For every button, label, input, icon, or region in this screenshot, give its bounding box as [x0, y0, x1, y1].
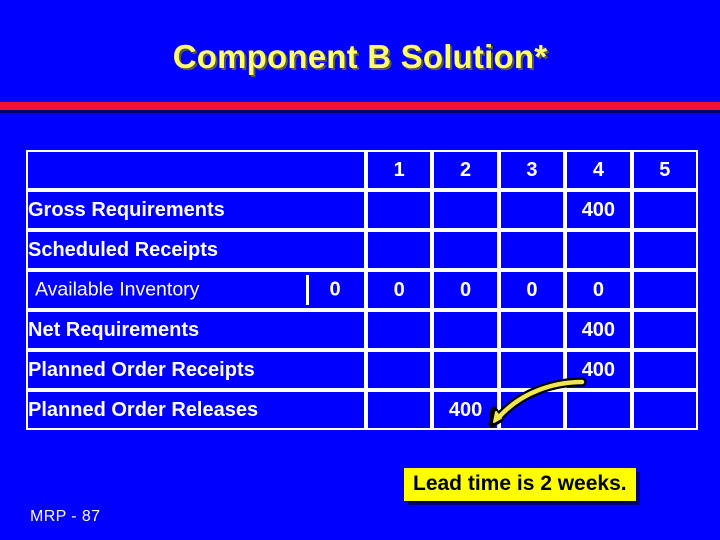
cell-planned-order-releases-p5	[631, 390, 698, 430]
header-period-5: 5	[631, 150, 698, 190]
slide-footer-label: MRP - 87	[30, 508, 101, 525]
cell-planned-order-receipts-p3	[498, 350, 566, 390]
mrp-schedule-table: 1 2 3 4 5 Gross Requirements 400 Schedul…	[26, 150, 698, 430]
mrp-table-body: 1 2 3 4 5 Gross Requirements 400 Schedul…	[26, 150, 698, 430]
cell-available-inventory-p4: 0	[565, 270, 632, 310]
cell-available-inventory-p2: 0	[432, 270, 499, 310]
title-divider-rule	[0, 102, 720, 110]
table-row: Net Requirements 400	[26, 310, 698, 350]
cell-gross-requirements-p3	[498, 190, 566, 230]
cell-planned-order-receipts-p2	[432, 350, 499, 390]
lead-time-callout: Lead time is 2 weeks.	[404, 468, 636, 501]
cell-gross-requirements-p4: 400	[565, 190, 632, 230]
cell-gross-requirements-p1	[366, 190, 433, 230]
table-row: Scheduled Receipts	[26, 230, 698, 270]
header-corner-cell	[26, 150, 367, 190]
page-title: Component B Solution*	[172, 38, 548, 75]
header-period-1: 1	[366, 150, 433, 190]
cell-planned-order-releases-p2: 400	[432, 390, 499, 430]
cell-available-inventory-p1: 0	[366, 270, 433, 310]
cell-planned-order-receipts-p4: 400	[565, 350, 632, 390]
cell-scheduled-receipts-p3	[498, 230, 566, 270]
cell-planned-order-releases-p1	[366, 390, 433, 430]
cell-scheduled-receipts-p5	[631, 230, 698, 270]
cell-scheduled-receipts-p1	[366, 230, 433, 270]
row-label-planned-order-releases: Planned Order Releases	[26, 390, 367, 430]
cell-net-requirements-p3	[498, 310, 566, 350]
cell-scheduled-receipts-p4	[565, 230, 632, 270]
header-period-2: 2	[432, 150, 499, 190]
header-period-3: 3	[498, 150, 566, 190]
row-label-gross-requirements: Gross Requirements	[26, 190, 367, 230]
row-label-available-inventory-text: Available Inventory	[35, 278, 200, 301]
table-row: Gross Requirements 400	[26, 190, 698, 230]
cell-gross-requirements-p2	[432, 190, 499, 230]
row-label-scheduled-receipts: Scheduled Receipts	[26, 230, 367, 270]
cell-available-inventory-p3: 0	[498, 270, 566, 310]
row-label-net-requirements: Net Requirements	[26, 310, 367, 350]
cell-available-inventory-beginning: 0	[329, 278, 341, 301]
cell-net-requirements-p4: 400	[565, 310, 632, 350]
cell-gross-requirements-p5	[631, 190, 698, 230]
table-row: Planned Order Receipts 400	[26, 350, 698, 390]
cell-planned-order-releases-p3	[498, 390, 566, 430]
row-label-planned-order-receipts: Planned Order Receipts	[26, 350, 367, 390]
cell-available-inventory-p5	[631, 270, 698, 310]
cell-planned-order-receipts-p5	[631, 350, 698, 390]
header-period-4: 4	[565, 150, 632, 190]
cell-planned-order-releases-p4	[565, 390, 632, 430]
table-row: Planned Order Releases 400	[26, 390, 698, 430]
row-label-available-inventory: Available Inventory 0	[26, 270, 367, 310]
cell-net-requirements-p2	[432, 310, 499, 350]
cell-net-requirements-p1	[366, 310, 433, 350]
table-header-row: 1 2 3 4 5	[26, 150, 698, 190]
cell-planned-order-receipts-p1	[366, 350, 433, 390]
cell-net-requirements-p5	[631, 310, 698, 350]
table-row: Available Inventory 0 0 0 0 0	[26, 270, 698, 310]
cell-scheduled-receipts-p2	[432, 230, 499, 270]
